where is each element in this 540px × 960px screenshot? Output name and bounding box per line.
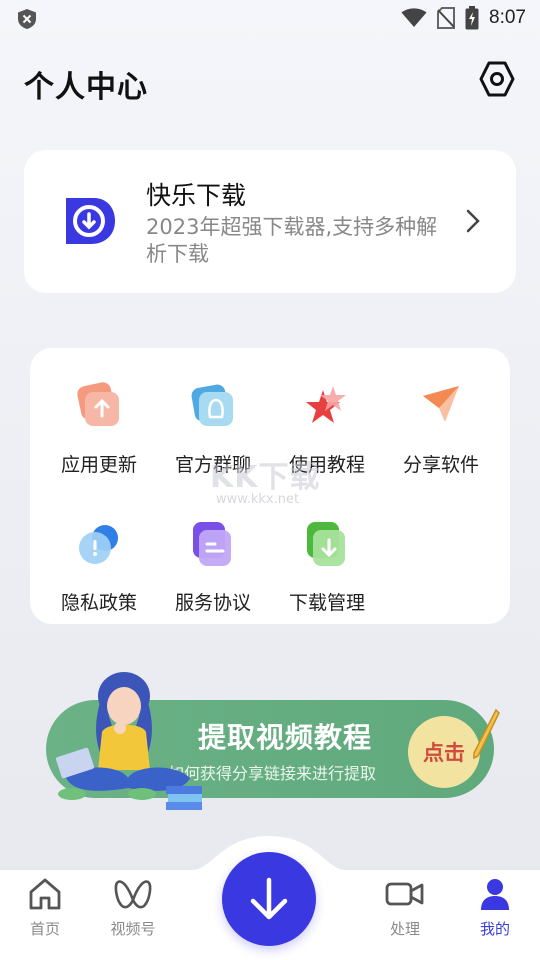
paper-plane-icon	[423, 386, 459, 422]
nav-process[interactable]: 处理	[370, 876, 440, 948]
upload-icon	[77, 382, 119, 426]
watermark-url: www.kkx.net	[216, 492, 300, 507]
status-bar: 8:07	[0, 0, 540, 36]
qq-icon	[191, 384, 233, 426]
watermark-title: KK下载	[210, 460, 321, 495]
nav-label: 首页	[29, 920, 60, 938]
nav-label: 处理	[389, 920, 420, 938]
watermark: KK下载 www.kkx.net	[210, 452, 340, 514]
chevron-right-icon	[466, 209, 480, 233]
app-logo-icon	[66, 198, 115, 244]
privacy-icon	[79, 525, 118, 564]
status-time: 8:07	[489, 7, 526, 28]
app-description: 2023年超强下载器,支持多种解析下载	[146, 215, 438, 266]
nav-label: 视频号	[110, 920, 156, 938]
grid-item-app-update[interactable]: 应用更新	[44, 360, 154, 476]
wifi-icon	[401, 8, 427, 27]
grid-label: 下载管理	[288, 592, 365, 614]
star-icon	[306, 386, 346, 423]
grid-label: 应用更新	[60, 454, 137, 476]
grid-item-share[interactable]: 分享软件	[386, 360, 496, 476]
download-fab-button[interactable]	[222, 852, 316, 946]
banner-title: 提取视频教程	[198, 721, 373, 754]
grid-label: 分享软件	[402, 454, 479, 476]
arrow-down-icon	[250, 877, 288, 920]
nav-label-active: 我的	[479, 920, 510, 938]
nav-video-channel[interactable]: 视频号	[98, 876, 168, 948]
nav-home[interactable]: 首页	[10, 876, 80, 948]
page-title: 个人中心	[24, 70, 148, 105]
grid-item-service-agreement[interactable]: 服务协议	[158, 498, 268, 614]
butterfly-icon	[114, 880, 152, 909]
nav-mine[interactable]: 我的	[460, 876, 530, 948]
grid-item-download-manager[interactable]: 下载管理	[272, 498, 382, 614]
video-camera-icon	[385, 882, 424, 906]
girl-illustration	[55, 672, 202, 810]
person-icon	[481, 879, 509, 910]
app-info-card[interactable]: 快乐下载 2023年超强下载器,支持多种解析下载	[24, 150, 516, 293]
shield-icon	[18, 9, 36, 29]
no-sim-icon	[437, 7, 456, 29]
download-icon	[307, 522, 345, 566]
grid-label: 服务协议	[174, 592, 251, 614]
home-icon	[29, 878, 61, 910]
pencil-icon	[473, 708, 500, 760]
document-icon	[193, 522, 231, 566]
battery-icon	[465, 6, 479, 30]
grid-item-privacy[interactable]: 隐私政策	[44, 498, 154, 614]
settings-hexagon-icon[interactable]	[478, 60, 516, 98]
app-name: 快乐下载	[146, 181, 247, 210]
grid-label: 隐私政策	[60, 592, 137, 614]
